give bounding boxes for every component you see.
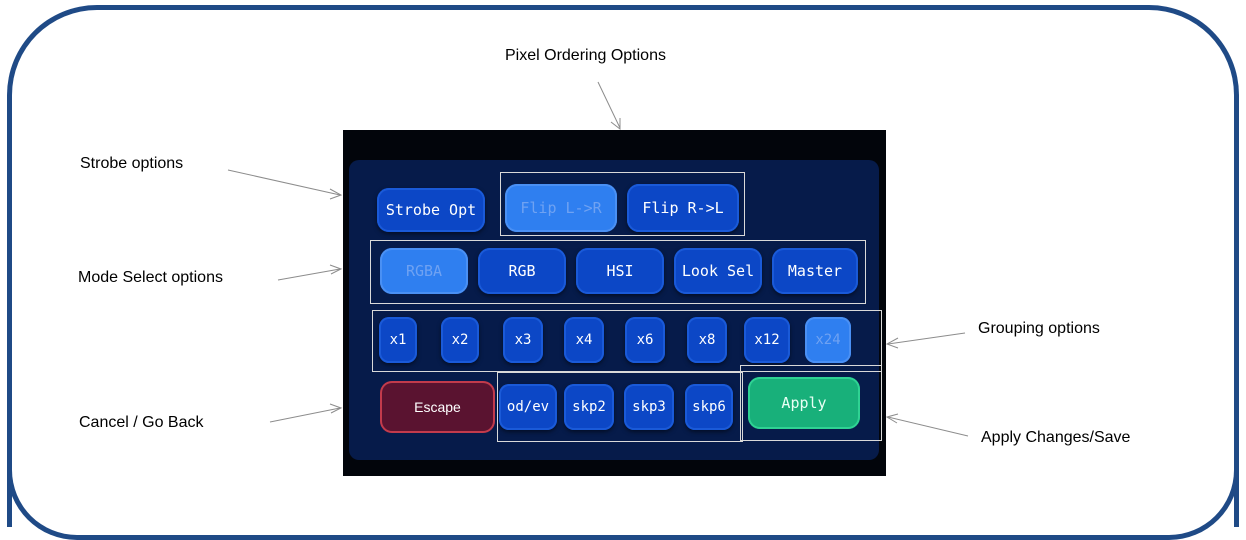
grouping-arrow xyxy=(887,332,966,345)
callout-arrows xyxy=(227,81,969,437)
cancel-arrow xyxy=(269,407,341,423)
pixel-ordering-arrow xyxy=(597,81,621,129)
apply-arrow xyxy=(887,416,969,437)
strobe-arrow xyxy=(227,169,341,196)
mode-select-arrow xyxy=(277,268,341,281)
